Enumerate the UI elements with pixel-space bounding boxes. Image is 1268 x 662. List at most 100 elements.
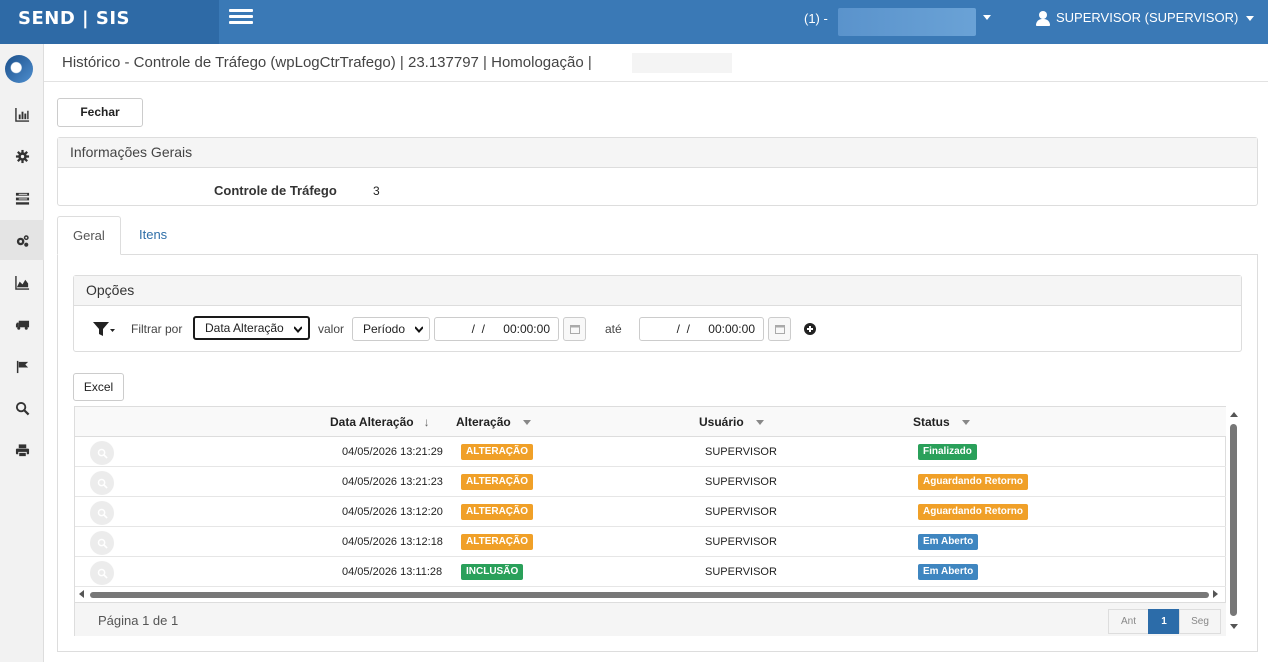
menu-toggle-icon[interactable]	[229, 9, 253, 27]
column-header-user[interactable]: Usuário	[699, 415, 764, 429]
table-row[interactable]: 04/05/2026 13:12:20 ALTERAÇÃO SUPERVISOR Ag…	[75, 497, 1226, 527]
date-to-input[interactable]: / / 00:00:00	[639, 317, 764, 341]
cell-date: 04/05/2026 13:12:20	[342, 506, 443, 518]
scroll-thumb[interactable]	[1230, 424, 1237, 616]
calendar-icon[interactable]	[768, 317, 791, 341]
value-mode-value: Período	[363, 322, 406, 336]
tabs-divider	[57, 254, 1258, 255]
user-icon	[1036, 10, 1050, 26]
truck-icon[interactable]	[0, 304, 44, 344]
calendar-icon[interactable]	[563, 317, 586, 341]
gears-icon[interactable]	[0, 220, 44, 260]
value-mode-select[interactable]: Período	[352, 317, 430, 341]
chevron-down-icon	[415, 326, 423, 333]
scroll-up-icon[interactable]	[1230, 412, 1238, 417]
search-icon[interactable]	[90, 471, 114, 495]
flag-icon[interactable]	[0, 346, 44, 386]
excel-export-button[interactable]: Excel	[73, 373, 124, 401]
status-badge: Aguardando Retorno	[918, 474, 1028, 490]
column-header-status-label: Status	[913, 415, 950, 429]
filter-by-label: Filtrar por	[131, 322, 183, 336]
chevron-down-icon	[755, 420, 764, 426]
cell-date: 04/05/2026 13:12:18	[342, 536, 443, 548]
change-badge: ALTERAÇÃO	[461, 534, 534, 550]
date-from-value: / /	[465, 322, 486, 336]
search-icon[interactable]	[90, 561, 114, 585]
table-row[interactable]: 04/05/2026 13:12:18 ALTERAÇÃO SUPERVISOR Em…	[75, 527, 1226, 557]
grid-footer: Página 1 de 1 Ant 1 Seg	[75, 602, 1226, 636]
cell-date: 04/05/2026 13:21:23	[342, 476, 443, 488]
app-logo-icon	[5, 55, 33, 83]
traffic-control-label: Controle de Tráfego	[214, 183, 337, 198]
change-badge: ALTERAÇÃO	[461, 504, 534, 520]
cell-date: 04/05/2026 13:11:28	[342, 566, 443, 578]
date-from-input[interactable]: / / 00:00:00	[434, 317, 559, 341]
cell-user: SUPERVISOR	[705, 506, 777, 518]
cell-user: SUPERVISOR	[705, 566, 777, 578]
cell-user: SUPERVISOR	[705, 536, 777, 548]
search-icon[interactable]	[90, 531, 114, 555]
info-panel: Informações Gerais Controle de Tráfego 3	[57, 137, 1258, 206]
chevron-down-icon	[522, 420, 531, 426]
vertical-scrollbar[interactable]	[1228, 406, 1242, 632]
history-grid: Data Alteração ↓ Alteração Usuário Status…	[74, 406, 1226, 636]
scroll-left-icon[interactable]	[79, 590, 84, 598]
filter-field-value: Data Alteração	[205, 321, 284, 335]
column-header-change[interactable]: Alteração	[456, 415, 531, 429]
pager-next-button[interactable]: Seg	[1179, 609, 1221, 634]
info-panel-header: Informações Gerais	[58, 138, 1257, 168]
scroll-thumb[interactable]	[90, 592, 1209, 598]
top-bar: SEND | SIS (1) - SUPERVISOR (SUPERVISOR)	[0, 0, 1268, 44]
time-to-value: 00:00:00	[708, 322, 755, 336]
search-icon[interactable]	[90, 501, 114, 525]
status-badge: Aguardando Retorno	[918, 504, 1028, 520]
chevron-down-icon	[294, 326, 302, 333]
page-info: Página 1 de 1	[98, 613, 179, 628]
sort-desc-icon: ↓	[423, 415, 430, 429]
cell-user: SUPERVISOR	[705, 476, 777, 488]
list-icon[interactable]	[0, 178, 44, 218]
chart-bar-icon[interactable]	[0, 94, 44, 134]
column-header-date[interactable]: Data Alteração ↓	[330, 415, 430, 429]
pager-current-button[interactable]: 1	[1148, 609, 1180, 634]
options-panel-header: Opções	[74, 276, 1241, 306]
user-label: SUPERVISOR (SUPERVISOR)	[1056, 10, 1239, 25]
add-filter-icon[interactable]	[804, 323, 816, 335]
company-prefix: (1) -	[804, 11, 828, 26]
change-badge: INCLUSÃO	[461, 564, 524, 580]
header-divider	[44, 81, 1268, 82]
value-label: valor	[318, 322, 345, 336]
time-from-value: 00:00:00	[503, 322, 550, 336]
chevron-down-icon	[961, 420, 970, 426]
scroll-right-icon[interactable]	[1213, 590, 1218, 598]
area-chart-icon[interactable]	[0, 262, 44, 302]
column-header-status[interactable]: Status	[913, 415, 970, 429]
horizontal-scrollbar[interactable]	[75, 587, 1226, 601]
column-header-user-label: Usuário	[699, 415, 744, 429]
table-row[interactable]: 04/05/2026 13:11:28 INCLUSÃO SUPERVISOR Em …	[75, 557, 1226, 587]
sidebar	[0, 44, 44, 662]
gear-icon[interactable]	[0, 136, 44, 176]
cell-user: SUPERVISOR	[705, 446, 777, 458]
company-selector[interactable]	[838, 8, 976, 36]
change-badge: ALTERAÇÃO	[461, 474, 534, 490]
chevron-down-icon[interactable]	[983, 15, 991, 20]
brand-logo: SEND | SIS	[0, 0, 219, 44]
user-menu[interactable]: SUPERVISOR (SUPERVISOR)	[1036, 10, 1255, 26]
table-row[interactable]: 04/05/2026 13:21:29 ALTERAÇÃO SUPERVISOR Fi…	[75, 437, 1226, 467]
tab-itens[interactable]: Itens	[124, 216, 182, 255]
status-badge: Em Aberto	[918, 534, 979, 550]
print-icon[interactable]	[0, 430, 44, 470]
filter-field-select[interactable]: Data Alteração	[193, 316, 310, 340]
search-icon[interactable]	[0, 388, 44, 428]
search-icon[interactable]	[90, 441, 114, 465]
tab-geral[interactable]: Geral	[57, 216, 121, 255]
scroll-down-icon[interactable]	[1230, 624, 1238, 629]
filter-icon[interactable]	[92, 320, 116, 338]
redacted-title-part	[632, 53, 732, 73]
close-button[interactable]: Fechar	[57, 98, 143, 127]
table-row[interactable]: 04/05/2026 13:21:23 ALTERAÇÃO SUPERVISOR Ag…	[75, 467, 1226, 497]
traffic-control-value: 3	[373, 184, 380, 198]
column-header-change-label: Alteração	[456, 415, 511, 429]
pager-prev-button[interactable]: Ant	[1108, 609, 1149, 634]
